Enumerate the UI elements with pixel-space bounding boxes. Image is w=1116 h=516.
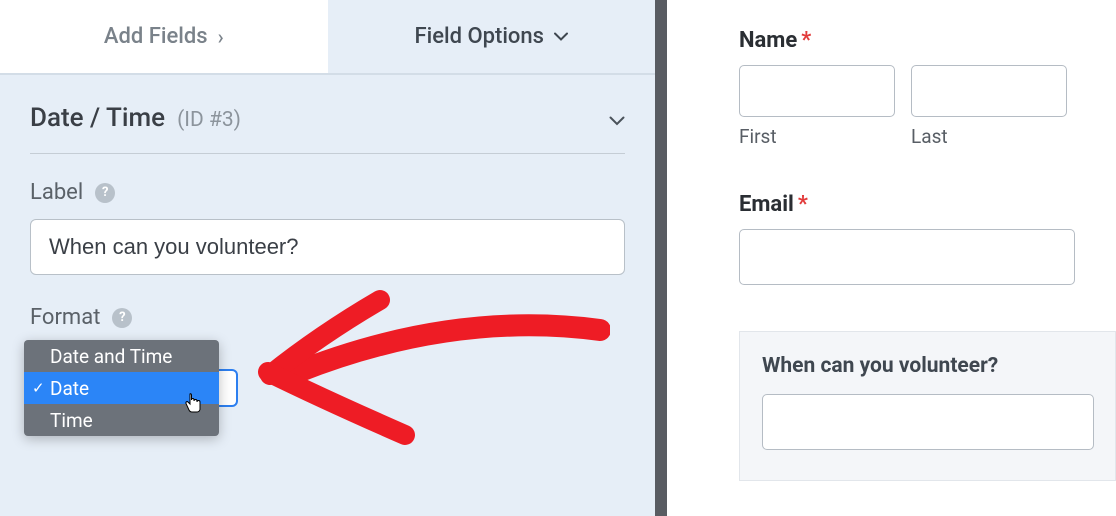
name-label: Name*: [739, 28, 1116, 53]
check-icon: ✓: [32, 379, 45, 397]
field-header[interactable]: Date / Time (ID #3): [30, 103, 625, 154]
required-asterisk: *: [798, 192, 808, 217]
email-input[interactable]: [739, 229, 1075, 285]
required-asterisk: *: [801, 28, 811, 53]
tab-add-fields[interactable]: Add Fields ›: [0, 0, 328, 73]
panel-separator: [655, 0, 667, 516]
volunteer-input[interactable]: [762, 394, 1094, 450]
dropdown-item-date-and-time[interactable]: Date and Time: [24, 340, 219, 372]
chevron-right-icon: ›: [218, 25, 224, 49]
help-icon[interactable]: ?: [112, 308, 132, 328]
format-dropdown[interactable]: Date and Time ✓ Date Time: [24, 340, 219, 436]
panel-tabs: Add Fields › Field Options: [0, 0, 655, 75]
dropdown-item-label: Date and Time: [50, 345, 172, 368]
email-label: Email*: [739, 192, 1116, 217]
label-text: Email: [739, 192, 794, 217]
dropdown-item-time[interactable]: Time: [24, 404, 219, 436]
label-text: Name: [739, 28, 797, 53]
format-label: Format ?: [30, 305, 625, 330]
volunteer-label: When can you volunteer?: [762, 354, 1093, 378]
tab-field-options[interactable]: Field Options: [328, 0, 656, 73]
dropdown-item-label: Time: [50, 409, 93, 432]
select-edge: [218, 369, 238, 407]
dropdown-item-date[interactable]: ✓ Date: [24, 372, 219, 404]
field-options-panel: Add Fields › Field Options Date / Time (…: [0, 0, 655, 516]
tab-label: Field Options: [415, 24, 545, 49]
volunteer-field[interactable]: When can you volunteer?: [739, 331, 1116, 481]
field-id: (ID #3): [177, 108, 241, 132]
chevron-down-icon: [554, 29, 568, 45]
email-field: Email*: [739, 192, 1116, 285]
tab-label: Add Fields: [104, 24, 208, 49]
label-input[interactable]: [30, 219, 625, 275]
help-icon[interactable]: ?: [95, 183, 115, 203]
last-sublabel: Last: [911, 125, 1067, 148]
chevron-down-icon: [609, 110, 625, 131]
format-row: Format ?: [30, 305, 625, 330]
first-sublabel: First: [739, 125, 895, 148]
label-label: Label ?: [30, 180, 625, 205]
first-name-input[interactable]: [739, 65, 895, 117]
dropdown-item-label: Date: [50, 377, 89, 400]
last-name-input[interactable]: [911, 65, 1067, 117]
name-field: Name* First Last: [739, 28, 1116, 148]
form-preview: Name* First Last Email* When can you vol…: [667, 0, 1116, 516]
label-text: Label: [30, 180, 83, 205]
label-row: Label ?: [30, 180, 625, 275]
field-title: Date / Time: [30, 103, 165, 133]
label-text: Format: [30, 305, 100, 330]
